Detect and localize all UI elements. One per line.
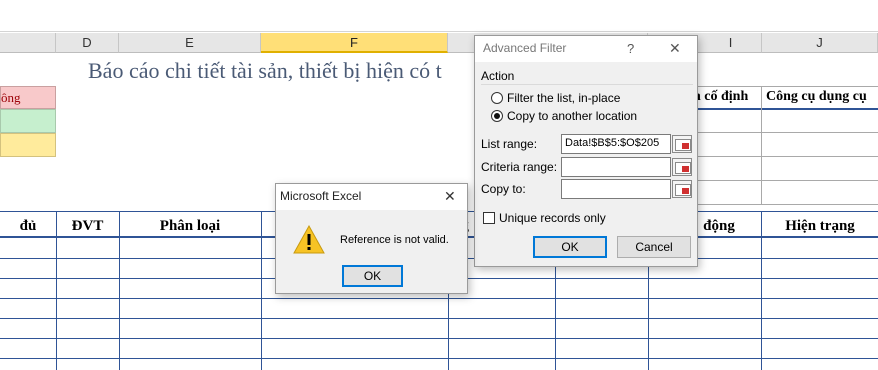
close-icon[interactable]: ✕ [444, 188, 456, 205]
ok-button[interactable]: OK [533, 236, 607, 258]
list-range-input[interactable]: Data!$B$5:$O$205 [561, 134, 671, 154]
criteria-range-label: Criteria range: [481, 160, 558, 174]
divider [481, 84, 693, 85]
legend-cell-green[interactable] [0, 109, 56, 133]
gridline [56, 211, 57, 370]
ribbon-divider [0, 31, 878, 32]
message-title: Microsoft Excel [280, 189, 362, 203]
help-button[interactable]: ? [627, 41, 634, 56]
gridline [0, 338, 878, 339]
table-header-dong: động [703, 217, 735, 234]
report-title: Báo cáo chi tiết tài sản, thiết bị hiện … [88, 58, 442, 83]
gridline [119, 211, 120, 370]
gridline [0, 358, 878, 359]
ok-button[interactable]: OK [342, 265, 403, 287]
gridline [0, 318, 878, 319]
filter-in-place-label[interactable]: Filter the list, in-place [507, 91, 620, 105]
message-titlebar[interactable]: Microsoft Excel ✕ [276, 184, 467, 210]
criteria-range-collapse-icon[interactable] [672, 158, 692, 176]
copy-to-location-radio[interactable] [491, 110, 503, 122]
gridline [761, 86, 762, 205]
advanced-filter-titlebar[interactable]: Advanced Filter ? ✕ [475, 36, 697, 62]
list-range-collapse-icon[interactable] [672, 135, 692, 153]
gridline [261, 211, 262, 370]
column-header-f[interactable]: F [261, 33, 448, 53]
summary-header-fixed-assets: n cố định [693, 89, 749, 104]
copy-to-collapse-icon[interactable] [672, 180, 692, 198]
unique-records-label[interactable]: Unique records only [499, 211, 606, 225]
close-icon[interactable]: ✕ [669, 40, 681, 57]
copy-to-label: Copy to: [481, 182, 526, 196]
error-message-text: Reference is not valid. [340, 234, 449, 246]
advanced-filter-title: Advanced Filter [483, 41, 567, 55]
warning-icon [293, 225, 325, 254]
unique-records-checkbox[interactable] [483, 212, 495, 224]
column-header-e[interactable]: E [119, 33, 261, 53]
table-header-dvt: ĐVT [71, 217, 104, 234]
error-message-dialog: Microsoft Excel ✕ Reference is not valid… [275, 183, 468, 294]
summary-header-tools: Công cụ dụng cụ [766, 89, 867, 104]
column-header-d[interactable]: D [56, 33, 119, 53]
criteria-range-input[interactable] [561, 157, 671, 177]
column-header-j[interactable]: J [762, 33, 878, 53]
table-header-phan-loai: Phân loại [159, 217, 221, 234]
cancel-button[interactable]: Cancel [617, 236, 691, 258]
filter-in-place-radio[interactable] [491, 92, 503, 104]
advanced-filter-dialog: Advanced Filter ? ✕ Action Filter the li… [474, 35, 698, 267]
legend-cell-yellow[interactable] [0, 133, 56, 157]
list-range-label: List range: [481, 137, 538, 151]
column-header-c[interactable] [0, 33, 56, 53]
ribbon-area [0, 0, 878, 32]
legend-cell-red[interactable]: ông [0, 86, 56, 109]
gridline [761, 211, 762, 370]
copy-to-location-label[interactable]: Copy to another location [507, 109, 637, 123]
table-header-du: đủ [19, 217, 37, 234]
legend-label: ông [1, 90, 21, 105]
gridline [0, 298, 878, 299]
action-group-label: Action [481, 69, 515, 83]
copy-to-input[interactable] [561, 179, 671, 199]
table-header-hien-trang: Hiện trạng [785, 217, 855, 234]
